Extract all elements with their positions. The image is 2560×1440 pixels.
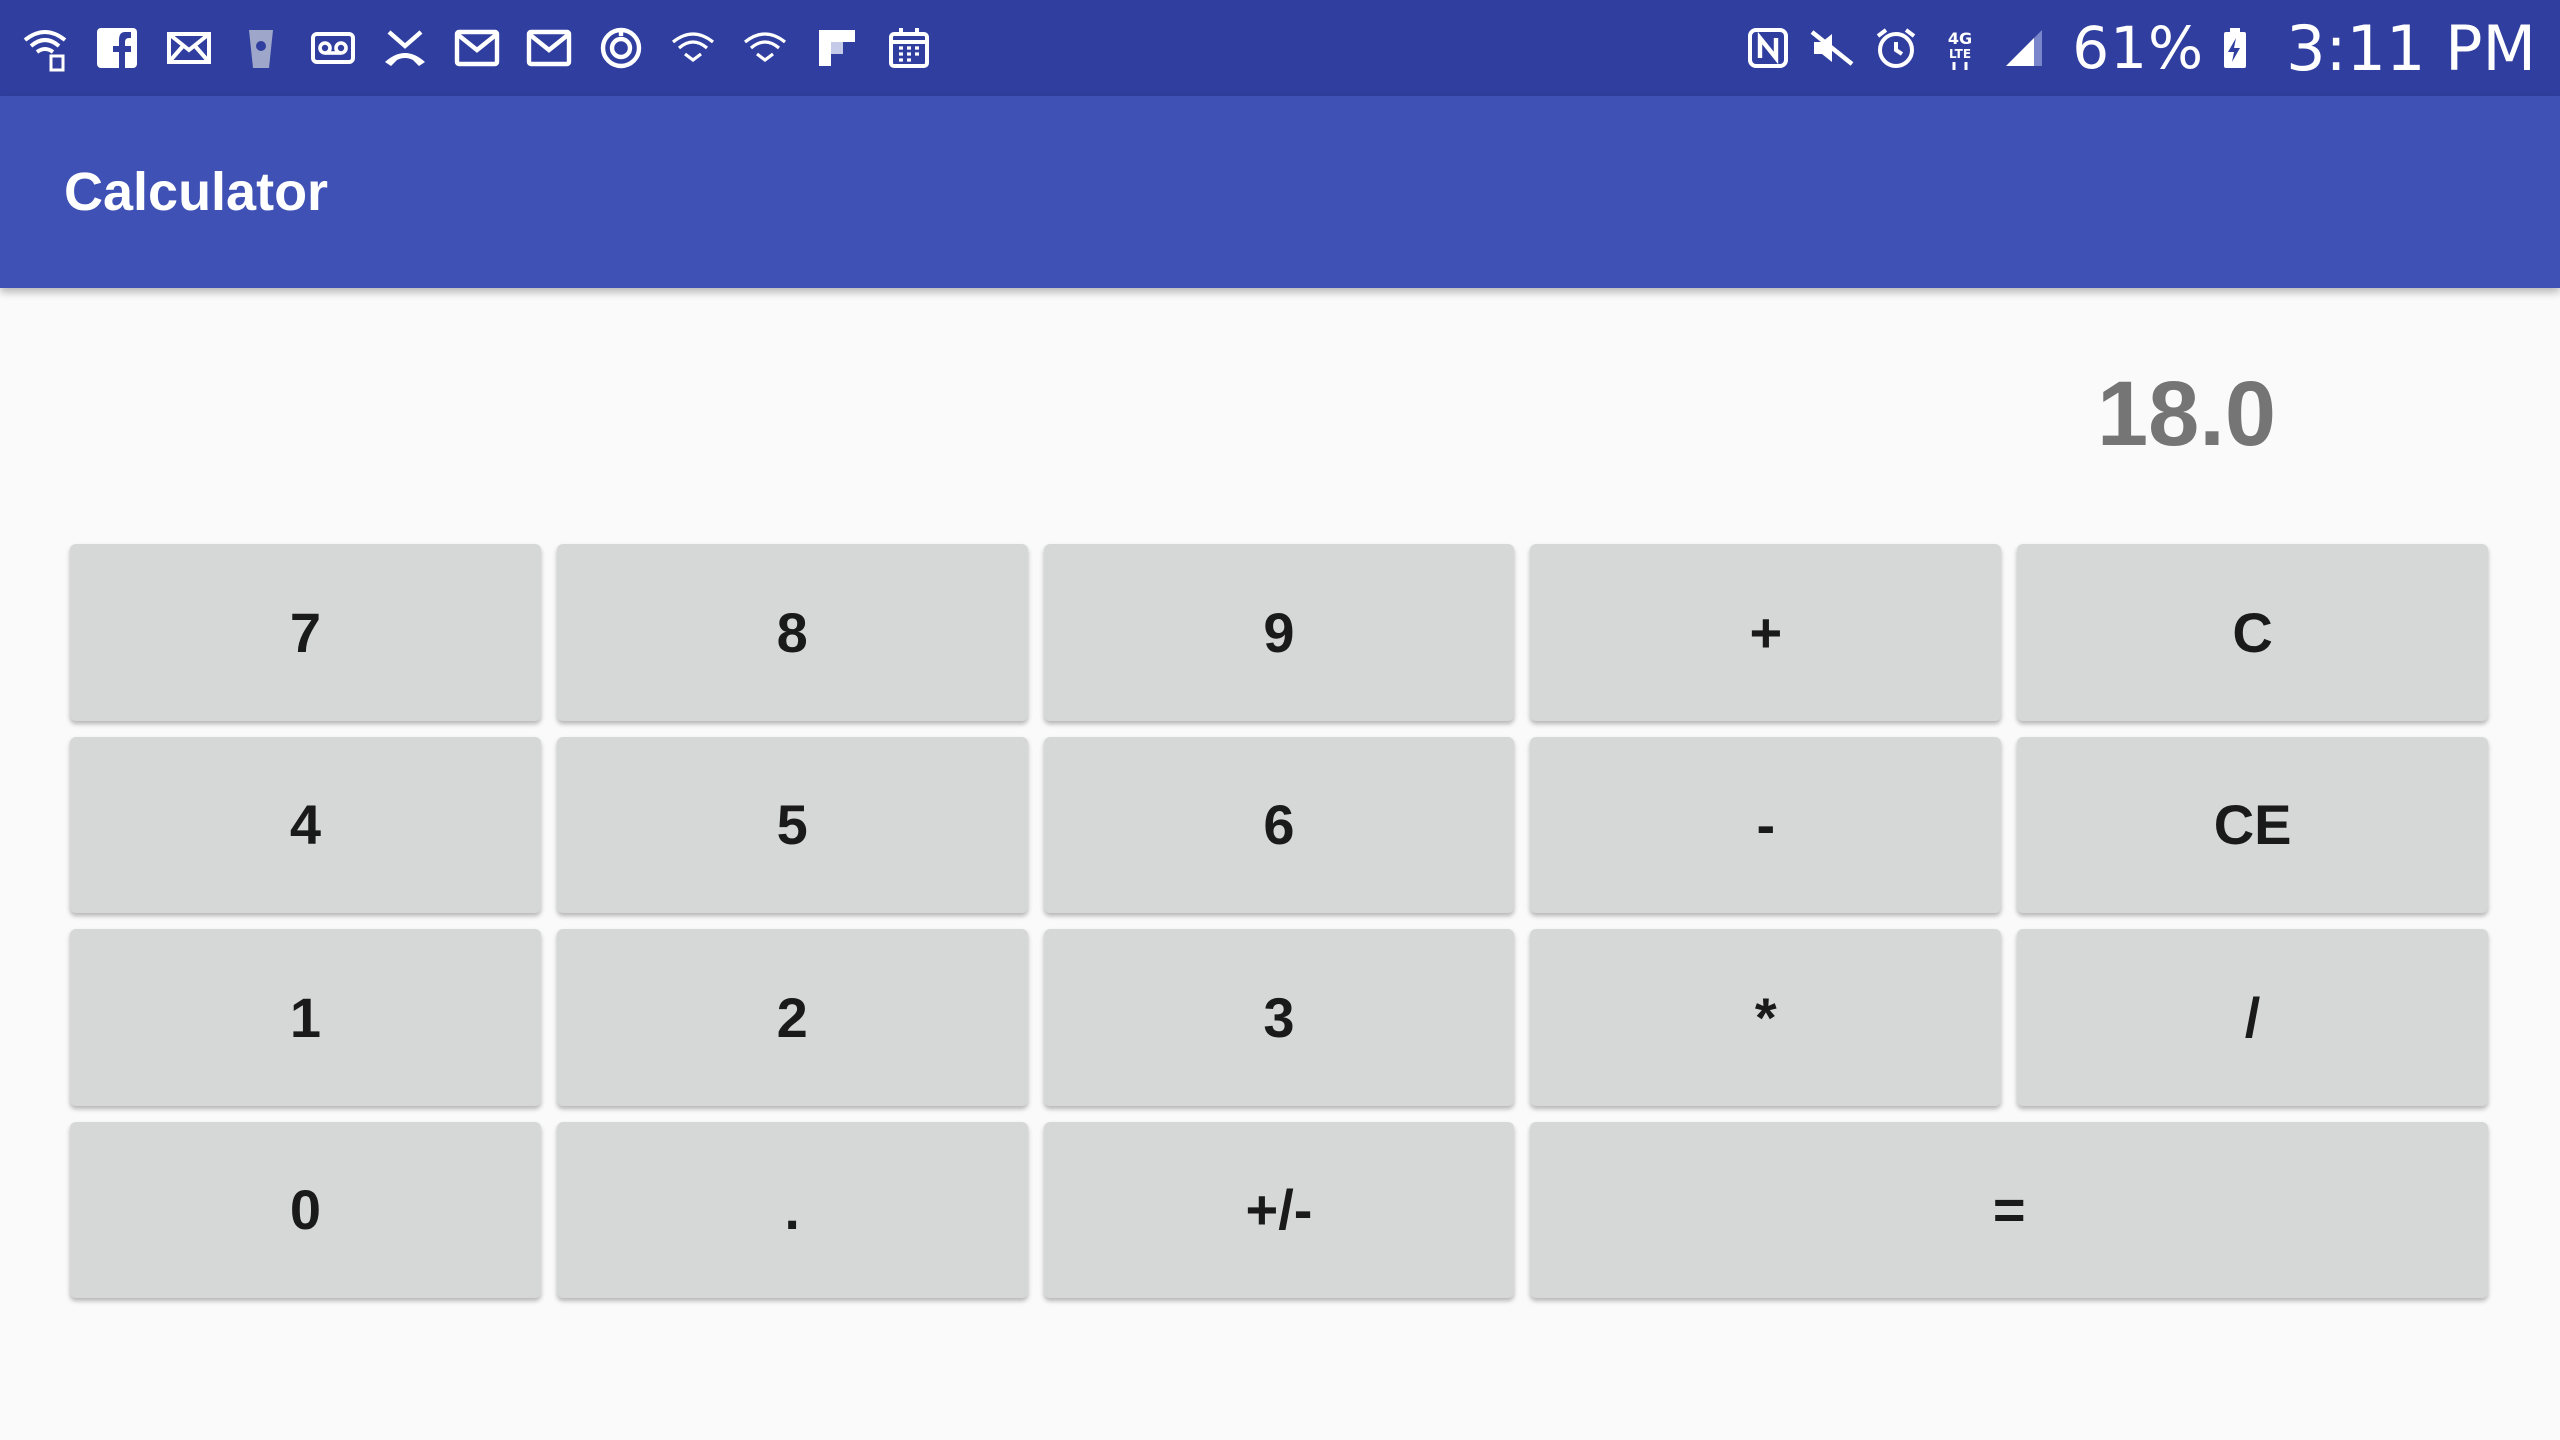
key-2-button[interactable]: 2	[556, 929, 1028, 1106]
key-equals-button[interactable]: =	[1530, 1121, 2488, 1298]
system-icons: 4G LTE 61% 3:11 PM	[1742, 0, 2536, 96]
calendar-icon	[882, 21, 936, 75]
voicemail-icon	[306, 21, 360, 75]
key-clear-entry-button[interactable]: CE	[2017, 736, 2488, 913]
wifi-icon	[738, 21, 792, 75]
key-1-button[interactable]: 1	[70, 929, 541, 1106]
key-decimal-button[interactable]: .	[556, 1121, 1028, 1298]
signal-icon	[1998, 22, 2050, 74]
key-8-button[interactable]: 8	[556, 544, 1028, 721]
key-add-button[interactable]: +	[1530, 544, 2002, 721]
wifi-icon	[666, 21, 720, 75]
key-5-button[interactable]: 5	[556, 736, 1028, 913]
notification-icons	[18, 0, 954, 96]
gmail-icon	[450, 21, 504, 75]
key-negate-button[interactable]: +/-	[1043, 1121, 1515, 1298]
app-title: Calculator	[64, 162, 329, 222]
sync-icon	[594, 21, 648, 75]
flipboard-icon	[810, 21, 864, 75]
key-subtract-button[interactable]: -	[1530, 736, 2002, 913]
email-icon	[162, 21, 216, 75]
keypad: 7 8 9 + C 4 5 6- CE 1 2 3 */ 0. +/- =	[70, 544, 2488, 1298]
key-3-button[interactable]: 3	[1043, 929, 1515, 1106]
missed-call-icon	[378, 21, 432, 75]
alarm-icon	[1870, 22, 1922, 74]
key-4-button[interactable]: 4	[70, 736, 541, 913]
app-bar: Calculator	[0, 96, 2560, 288]
key-7-button[interactable]: 7	[70, 544, 541, 721]
facebook-icon	[90, 21, 144, 75]
status-clock: 3:11 PM	[2286, 11, 2536, 85]
key-0-button[interactable]: 0	[70, 1121, 541, 1298]
key-9-button[interactable]: 9	[1043, 544, 1515, 721]
nfc-icon	[1742, 22, 1794, 74]
mute-icon	[1806, 22, 1858, 74]
4g-lte-icon: 4G LTE	[1934, 22, 1986, 74]
svg-text:LTE: LTE	[1949, 47, 1971, 61]
calculator-display: 18.0	[2096, 363, 2276, 465]
key-divide-button[interactable]: /	[2017, 929, 2488, 1106]
battery-charging-icon	[2208, 22, 2260, 74]
gmail-icon	[522, 21, 576, 75]
svg-text:4G: 4G	[1948, 29, 1972, 48]
status-bar: 4G LTE 61% 3:11 PM	[0, 0, 2560, 96]
key-multiply-button[interactable]: *	[1530, 929, 2002, 1106]
key-clear-button[interactable]: C	[2017, 544, 2488, 721]
wifi-data-icon	[18, 21, 72, 75]
key-6-button[interactable]: 6	[1043, 736, 1515, 913]
cup-icon	[234, 21, 288, 75]
battery-percentage: 61%	[2072, 14, 2205, 82]
